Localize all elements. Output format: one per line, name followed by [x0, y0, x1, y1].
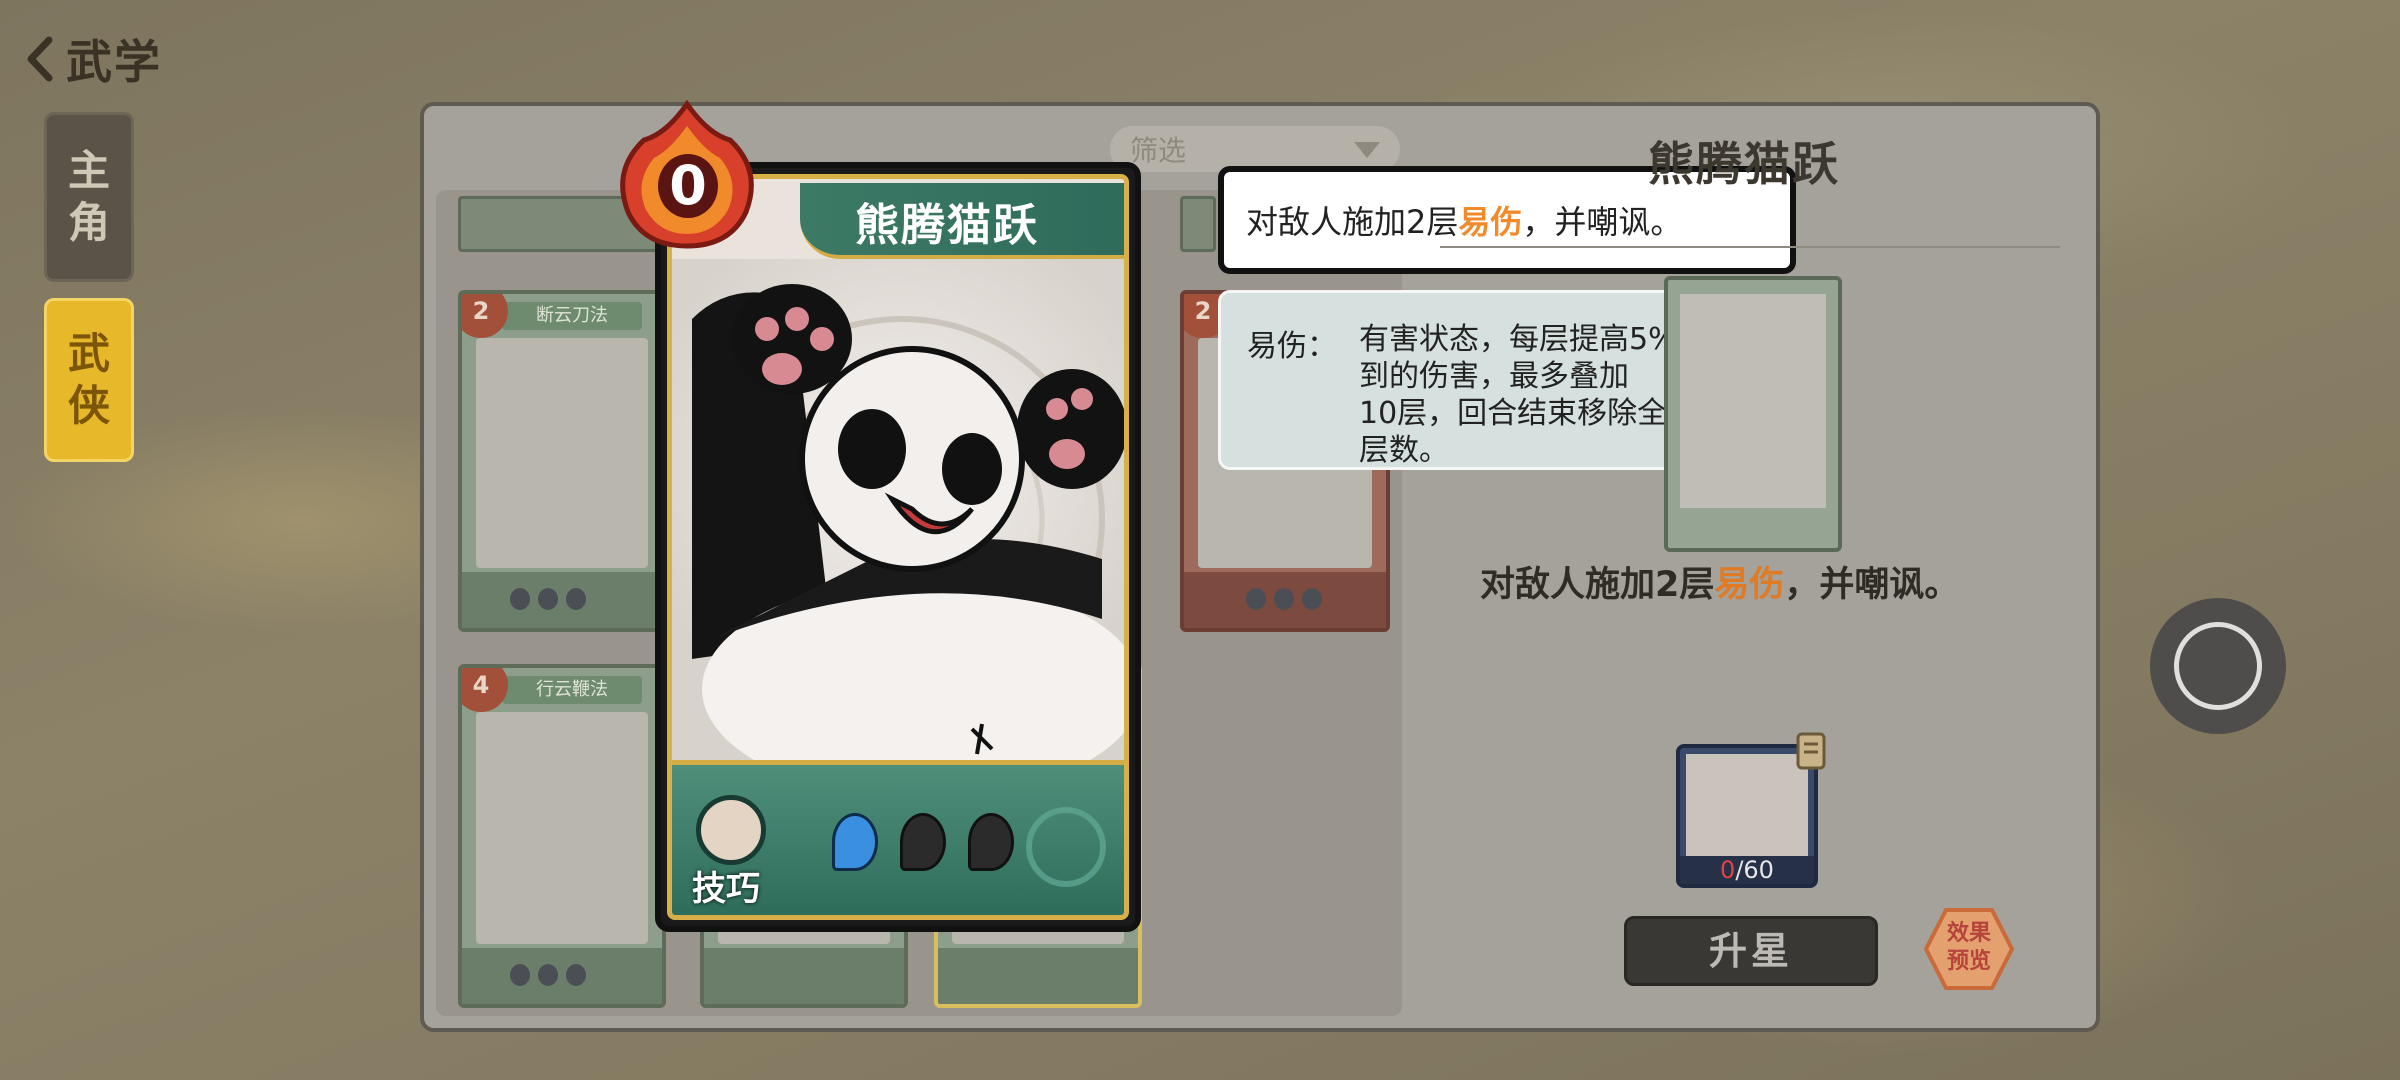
scroll-icon — [1796, 732, 1826, 770]
card-name-banner: 熊腾猫跃 — [800, 183, 1124, 259]
detail-title: 熊腾猫跃 — [1648, 137, 1840, 191]
desc-prefix: 对敌人施加2层 — [1480, 565, 1715, 605]
swirl-emblem-icon — [1026, 807, 1106, 887]
cost-badge: 0 — [612, 99, 762, 250]
card-bottom — [462, 948, 662, 1004]
tab-wuxia[interactable]: 武 侠 — [44, 298, 134, 462]
detail-card-thumbnail — [1664, 276, 1842, 552]
energy-icon — [510, 588, 530, 610]
card-bottom — [462, 572, 662, 628]
keyword-term: 易伤： — [1247, 329, 1337, 364]
card-name: 断云刀法 — [502, 302, 642, 330]
tab-protagonist[interactable]: 主 角 — [44, 112, 134, 282]
panda-illustration — [672, 259, 1124, 799]
effect-preview-button[interactable]: 效果 预览 — [1923, 906, 2015, 992]
shard-count: 0/60 — [1680, 856, 1814, 884]
circle-icon — [2174, 622, 2262, 710]
energy-icon — [566, 964, 586, 986]
energy-icon — [1246, 588, 1266, 610]
featured-card[interactable]: 熊腾猫跃 技巧 — [655, 162, 1141, 932]
energy-icon — [538, 964, 558, 986]
energy-icon — [1302, 588, 1322, 610]
card-bottom — [704, 948, 904, 1004]
skill-card[interactable]: 行云鞭法 4 — [458, 664, 666, 1008]
effect-preview-label: 效果 预览 — [1924, 920, 2014, 976]
desc-keyword: 易伤 — [1714, 565, 1785, 605]
chevron-down-icon — [1354, 142, 1380, 158]
energy-icon — [566, 588, 586, 610]
card-name: 熊腾猫跃 — [855, 200, 1039, 251]
tab-label-line: 主 — [67, 146, 110, 195]
floating-assistive-button[interactable] — [2150, 598, 2286, 734]
energy-icon — [510, 964, 530, 986]
upgrade-star-button[interactable]: 升星 — [1624, 916, 1878, 986]
shard-current: 0 — [1720, 856, 1736, 884]
divider — [1440, 246, 2060, 248]
effect-keyword: 易伤 — [1458, 203, 1523, 241]
energy-icon — [538, 588, 558, 610]
energy-empty-icon — [968, 813, 1014, 871]
shard-total: /60 — [1735, 856, 1774, 884]
card-frame: 熊腾猫跃 技巧 — [667, 174, 1129, 920]
effect-preview-line: 预览 — [1946, 949, 1991, 974]
card-name: 行云鞭法 — [502, 676, 642, 704]
card-cost: 4 — [462, 668, 508, 712]
energy-empty-icon — [900, 813, 946, 871]
tab-label-line: 武 — [67, 329, 110, 378]
effect-text-prefix: 对敌人施加2层 — [1246, 203, 1459, 241]
energy-icon — [1274, 588, 1294, 610]
card-cost: 0 — [658, 154, 718, 218]
desc-suffix: ，并嘲讽。 — [1784, 565, 1960, 605]
card-cost: 2 — [462, 294, 508, 338]
effect-text-suffix: ，并嘲讽。 — [1522, 203, 1683, 241]
chevron-left-icon — [20, 33, 60, 85]
card-art — [476, 712, 648, 944]
card-art — [1680, 294, 1826, 508]
card-art — [476, 338, 648, 568]
tab-label-line: 角 — [67, 198, 110, 247]
skill-type-icon — [696, 795, 766, 865]
page-title: 武学 — [66, 35, 162, 89]
energy-filled-icon — [832, 813, 878, 871]
tab-label-line: 侠 — [67, 381, 110, 430]
card-bottom — [938, 948, 1138, 1004]
effect-preview-line: 效果 — [1946, 921, 1991, 946]
card-bottom-bar: 技巧 — [672, 760, 1124, 915]
skill-card[interactable]: 断云刀法 2 — [458, 290, 666, 632]
back-button[interactable]: 武学 — [20, 26, 162, 92]
card-strip[interactable] — [1180, 196, 1216, 252]
card-type: 技巧 — [692, 869, 760, 909]
detail-description: 对敌人施加2层易伤，并嘲讽。 — [1480, 556, 1959, 607]
filter-label: 筛选 — [1130, 134, 1187, 167]
